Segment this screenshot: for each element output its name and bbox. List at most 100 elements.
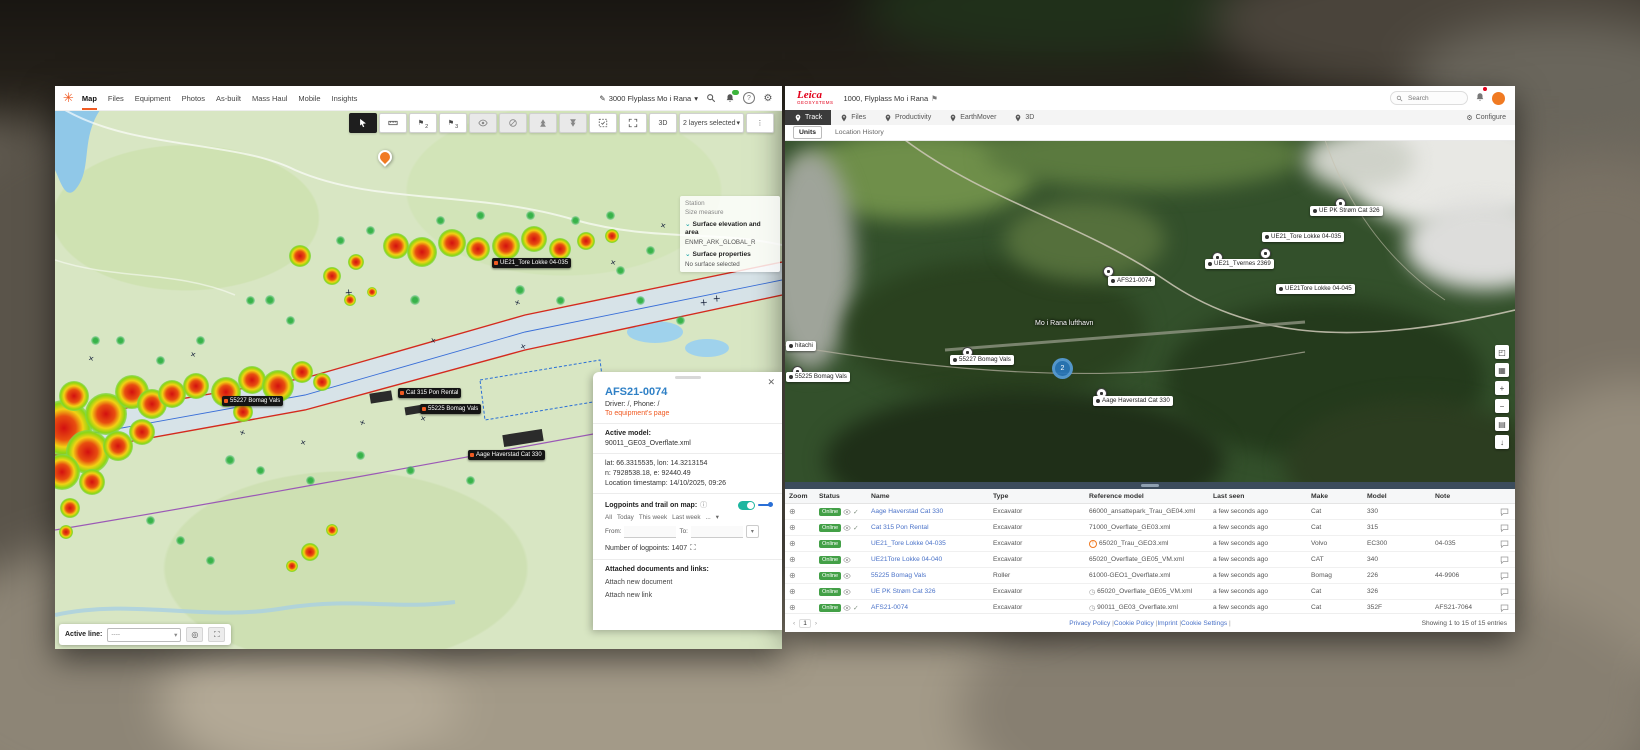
surface-up-tool-button[interactable]: [529, 113, 557, 133]
flag-tool-3-button[interactable]: ⚑3: [439, 113, 467, 133]
search-input[interactable]: [1406, 94, 1462, 103]
footer-link[interactable]: Privacy Policy: [1069, 620, 1114, 627]
nav-tab[interactable]: Insights: [332, 87, 358, 110]
surface-down-tool-button[interactable]: [559, 113, 587, 133]
zoom-to-logpoints-icon[interactable]: ⛶: [690, 543, 696, 553]
machine-label-chip[interactable]: UE PK Strøm Cat 326: [1310, 206, 1383, 216]
eye-icon[interactable]: [843, 605, 851, 611]
fit-view-icon-button[interactable]: ⛶: [208, 627, 225, 642]
nav-tab[interactable]: Map: [82, 87, 97, 110]
measure-tool-button[interactable]: [379, 113, 407, 133]
comment-icon[interactable]: [1500, 588, 1509, 596]
comment-icon[interactable]: [1500, 508, 1509, 516]
nav-tab[interactable]: As-built: [216, 87, 241, 110]
active-line-select[interactable]: ----▾: [107, 628, 181, 642]
date-picker-button[interactable]: ▾: [746, 525, 759, 538]
machine-label-chip[interactable]: UE21_Tvernes 2369: [1205, 259, 1274, 269]
comment-icon[interactable]: [1500, 604, 1509, 612]
configure-button[interactable]: ⚙ Configure: [1466, 110, 1515, 125]
machine-label-chip[interactable]: hitachi: [786, 341, 816, 351]
nav-tab[interactable]: Equipment: [135, 87, 171, 110]
left-map[interactable]: ✕✕✕✕✕✕✕✕✕✕✕✕✕✕✕ UE21_Tore Lokke 04-035Ca…: [55, 110, 782, 649]
close-icon[interactable]: ✕: [767, 377, 775, 388]
settings-gear-icon[interactable]: ⚙: [762, 92, 774, 104]
machine-pin[interactable]: [1260, 248, 1271, 259]
visibility-tool-button[interactable]: [469, 113, 497, 133]
nav-tab[interactable]: Mobile: [298, 87, 320, 110]
eye-icon[interactable]: [843, 573, 851, 579]
legend-section-properties[interactable]: ⌄Surface properties: [685, 251, 775, 259]
footer-link[interactable]: Imprint: [1157, 620, 1181, 627]
equipment-page-link[interactable]: To equipment's page: [605, 410, 772, 417]
locate-icon-button[interactable]: ◎: [186, 627, 203, 642]
user-avatar[interactable]: [1492, 92, 1505, 105]
zoom-to-unit-icon[interactable]: ⊕: [789, 571, 796, 580]
machine-label-chip[interactable]: 55227 Bomag Vals: [950, 355, 1014, 365]
panel-drag-handle[interactable]: [675, 376, 701, 379]
conx-tab[interactable]: 3D: [1005, 110, 1043, 125]
conx-subtab[interactable]: Location History: [830, 127, 889, 138]
notifications-bell-icon[interactable]: [724, 92, 736, 104]
satellite-map[interactable]: Mo i Rana lufthavn UE PK Strøm Cat 326UE…: [785, 140, 1515, 482]
search-box[interactable]: [1390, 91, 1468, 105]
conx-tab[interactable]: Files: [831, 110, 875, 125]
eye-icon[interactable]: [843, 525, 851, 531]
project-selector[interactable]: ✎ 3000 Flyplass Mo i Rana ▾: [599, 94, 698, 103]
prev-page-icon[interactable]: ‹: [793, 620, 795, 627]
machine-label-chip[interactable]: UE21_Tore Lokke 04-035: [1262, 232, 1344, 242]
machine-label-chip[interactable]: 55225 Bomag Vals: [786, 372, 850, 382]
conx-subtab[interactable]: Units: [793, 126, 822, 139]
range-filter-option[interactable]: This week: [639, 514, 667, 521]
notifications-bell-icon[interactable]: [1475, 89, 1485, 107]
zoom-to-unit-icon[interactable]: ⊕: [789, 555, 796, 564]
nav-tab[interactable]: Mass Haul: [252, 87, 287, 110]
zoom-to-unit-icon[interactable]: ⊕: [789, 587, 796, 596]
attach-link-link[interactable]: Attach new link: [605, 592, 772, 599]
map-control-button[interactable]: ◰: [1495, 345, 1509, 359]
disabled-tool-button[interactable]: [499, 113, 527, 133]
unit-name-link[interactable]: Aage Haverstad Cat 330: [871, 508, 993, 515]
zoom-to-unit-icon[interactable]: ⊕: [789, 603, 796, 612]
footer-link[interactable]: Cookie Policy: [1114, 620, 1158, 627]
nav-tab[interactable]: Photos: [182, 87, 205, 110]
conx-tab[interactable]: EarthMover: [940, 110, 1005, 125]
unit-name-link[interactable]: UE21_Tore Lokke 04-035: [871, 540, 993, 547]
legend-section-elevation[interactable]: ⌄Surface elevation and area: [685, 221, 775, 237]
comment-icon[interactable]: [1500, 540, 1509, 548]
range-filter-option[interactable]: Today: [617, 514, 634, 521]
table-divider[interactable]: [785, 482, 1515, 489]
eye-icon[interactable]: [843, 557, 851, 563]
range-filter-option[interactable]: ...: [706, 514, 711, 521]
zoom-to-unit-icon[interactable]: ⊕: [789, 507, 796, 516]
machine-label-chip[interactable]: Aage Haverstad Cat 330: [1093, 396, 1173, 406]
three-d-button[interactable]: 3D: [649, 113, 677, 133]
unit-name-link[interactable]: Cat 315 Pon Rental: [871, 524, 993, 531]
range-filter-option[interactable]: All: [605, 514, 612, 521]
cursor-tool-button[interactable]: [349, 113, 377, 133]
help-icon[interactable]: ?: [743, 92, 755, 104]
more-options-button[interactable]: ⋮: [746, 113, 774, 133]
search-icon[interactable]: [705, 92, 717, 104]
machine-label-chip[interactable]: UE21Tore Lokke 04-045: [1276, 284, 1355, 294]
unit-name-link[interactable]: AFS21-0074: [871, 604, 993, 611]
machine-label-chip[interactable]: AFS21-0074: [1108, 276, 1155, 286]
conx-tab[interactable]: Productivity: [875, 110, 940, 125]
eye-icon[interactable]: [843, 509, 851, 515]
map-control-button[interactable]: ▦: [1495, 363, 1509, 377]
map-control-button[interactable]: −: [1495, 399, 1509, 413]
map-control-button[interactable]: +: [1495, 381, 1509, 395]
fit-extent-button[interactable]: [619, 113, 647, 133]
map-control-button[interactable]: ↓: [1495, 435, 1509, 449]
layers-dropdown[interactable]: 2 layers selected ▾: [679, 113, 744, 133]
footer-link[interactable]: Cookie Settings: [1181, 620, 1231, 627]
unit-name-link[interactable]: UE PK Strøm Cat 326: [871, 588, 993, 595]
conx-tab[interactable]: Track: [785, 110, 831, 125]
logpoints-toggle[interactable]: [738, 501, 755, 510]
machine-label-chip[interactable]: 55227 Bomag Vals: [222, 396, 283, 406]
machine-label-chip[interactable]: 55225 Bomag Vals: [420, 404, 481, 414]
comment-icon[interactable]: [1500, 556, 1509, 564]
map-control-button[interactable]: ▤: [1495, 417, 1509, 431]
from-date-input[interactable]: [624, 526, 676, 538]
current-page[interactable]: 1: [799, 619, 811, 628]
unit-name-link[interactable]: 55225 Bomag Vals: [871, 572, 993, 579]
